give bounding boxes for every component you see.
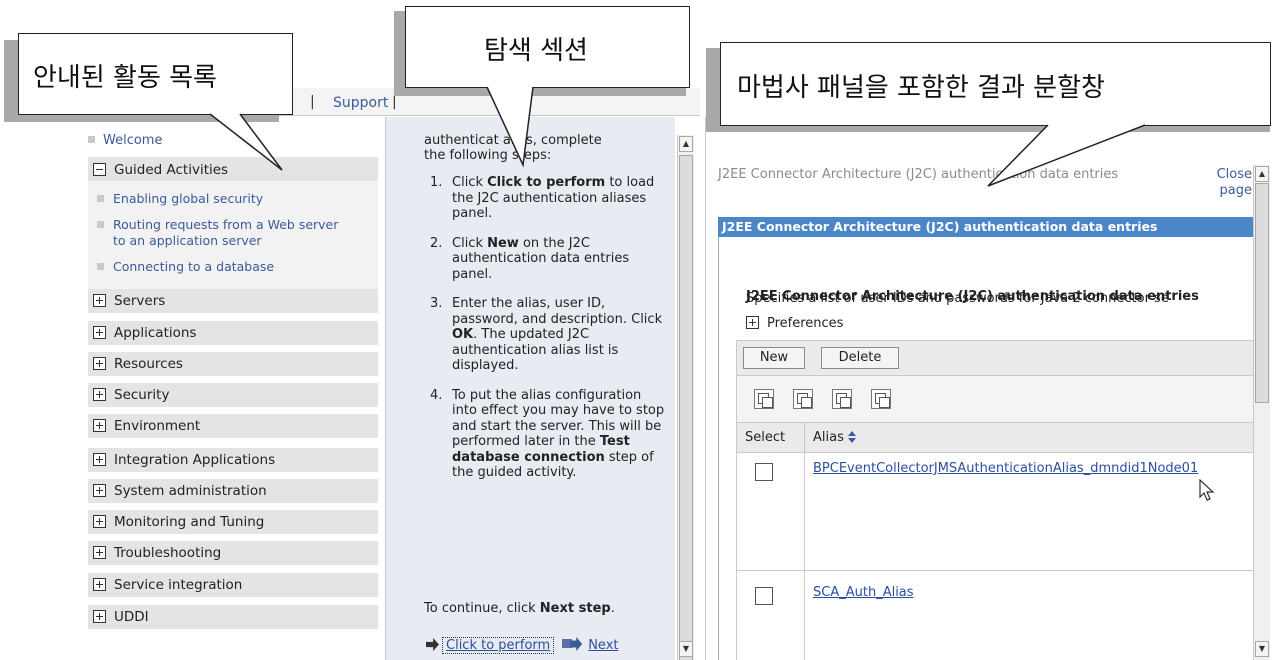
- bullet-icon: [97, 195, 104, 202]
- arrow-right-icon: [426, 638, 439, 651]
- mouse-cursor-icon: [1199, 479, 1215, 501]
- next-step-icon: [562, 637, 584, 651]
- nav-item-servers[interactable]: Servers: [88, 289, 378, 313]
- help-action-links: Click to perform Next: [426, 637, 619, 654]
- nav-item-service-integration[interactable]: Service integration: [88, 573, 378, 597]
- callout-text: 탐색 섹션: [484, 36, 588, 66]
- help-intro-line2: the following steps:: [424, 148, 552, 163]
- clear-filter-icon[interactable]: [871, 389, 891, 409]
- deselect-all-icon[interactable]: [793, 389, 813, 409]
- navigation-tree: Welcome Guided Activities Enabling globa…: [80, 117, 380, 660]
- scroll-down-icon[interactable]: ▼: [679, 641, 693, 657]
- delete-button[interactable]: Delete: [821, 347, 899, 369]
- scroll-up-icon[interactable]: ▲: [1255, 166, 1269, 182]
- sort-icon[interactable]: [847, 431, 856, 443]
- column-divider: [804, 423, 805, 453]
- scroll-thumb[interactable]: [1255, 183, 1269, 403]
- panel-description: Specifies a list of user IDs and passwor…: [746, 291, 1169, 306]
- expand-icon[interactable]: [93, 357, 106, 370]
- expand-icon[interactable]: [746, 316, 759, 329]
- table-row: SCA_Auth_Alias: [736, 571, 1266, 660]
- nav-item-uddi[interactable]: UDDI: [88, 605, 378, 629]
- expand-icon[interactable]: [93, 294, 106, 307]
- expand-icon[interactable]: [93, 419, 106, 432]
- nav-item-applications[interactable]: Applications: [88, 321, 378, 345]
- guided-activities-header[interactable]: Guided Activities: [88, 157, 378, 181]
- support-link[interactable]: Support: [333, 95, 388, 111]
- menu-separator: |: [392, 94, 397, 110]
- column-divider: [804, 571, 805, 660]
- nav-item-troubleshooting[interactable]: Troubleshooting: [88, 541, 378, 565]
- results-scrollbar[interactable]: ▲ ▼: [1253, 165, 1270, 660]
- callout-navigation: 탐색 섹션: [405, 6, 690, 88]
- help-step: 3. Enter the alias, user ID, password, a…: [430, 296, 663, 373]
- bullet-icon: [97, 221, 104, 228]
- row-select-checkbox[interactable]: [755, 587, 773, 605]
- alias-link[interactable]: SCA_Auth_Alias: [813, 585, 914, 600]
- alias-link[interactable]: BPCEventCollectorJMSAuthenticationAlias_…: [813, 461, 1198, 476]
- nav-item-resources[interactable]: Resources: [88, 352, 378, 376]
- nav-item-monitoring-tuning[interactable]: Monitoring and Tuning: [88, 510, 378, 534]
- callout-text: 마법사 패널을 포함한 결과 분할창: [737, 73, 1105, 103]
- close-page-link[interactable]: Close page: [1192, 167, 1252, 199]
- expand-icon[interactable]: [93, 326, 106, 339]
- expand-icon[interactable]: [93, 484, 106, 497]
- column-divider: [804, 453, 805, 570]
- table-toolbar: [736, 376, 1266, 423]
- table-header: Select Alias: [736, 423, 1266, 453]
- help-continue-text: To continue, click Next step.: [424, 601, 615, 616]
- guided-item-routing-requests[interactable]: Routing requests from a Web server to an…: [97, 217, 343, 249]
- nav-item-environment[interactable]: Environment: [88, 414, 378, 438]
- guided-item-connecting-database[interactable]: Connecting to a database: [97, 259, 274, 275]
- help-pane: authenticat alias, complete the followin…: [385, 117, 675, 660]
- select-column-header: Select: [745, 430, 786, 445]
- nav-welcome-link[interactable]: Welcome: [88, 133, 162, 148]
- guided-item-global-security[interactable]: Enabling global security: [97, 191, 263, 207]
- expand-icon[interactable]: [93, 453, 106, 466]
- callout-text: 안내된 활동 목록: [33, 63, 217, 93]
- scroll-down-icon[interactable]: ▼: [1255, 641, 1269, 657]
- bullet-icon: [97, 263, 104, 270]
- next-step-link[interactable]: Next: [588, 638, 618, 653]
- results-pane: J2EE Connector Architecture (J2C) authen…: [705, 117, 1275, 660]
- bullet-icon: [88, 136, 95, 143]
- results-title-bar: J2EE Connector Architecture (J2C) authen…: [718, 217, 1258, 237]
- nav-item-integration-applications[interactable]: Integration Applications: [88, 448, 378, 472]
- row-select-checkbox[interactable]: [755, 463, 773, 481]
- callout-results-pane: 마법사 패널을 포함한 결과 분할창: [720, 42, 1271, 126]
- click-to-perform-link[interactable]: Click to perform: [442, 637, 555, 654]
- help-step: 4. To put the alias configuration into e…: [430, 387, 665, 481]
- menu-separator: |: [310, 94, 315, 110]
- results-page-header: J2EE Connector Architecture (J2C) authen…: [718, 167, 1119, 182]
- new-button[interactable]: New: [743, 347, 805, 369]
- help-step: 1. Click Click to perform to load the J2…: [430, 175, 655, 221]
- select-all-icon[interactable]: [754, 389, 774, 409]
- help-scrollbar[interactable]: ▲ ▼: [677, 135, 694, 660]
- expand-icon[interactable]: [93, 515, 106, 528]
- preferences-toggle[interactable]: Preferences: [746, 316, 843, 331]
- scroll-up-icon[interactable]: ▲: [679, 136, 693, 152]
- expand-icon[interactable]: [93, 578, 106, 591]
- collapse-icon[interactable]: [93, 163, 106, 176]
- button-bar: New Delete: [736, 340, 1266, 376]
- nav-item-security[interactable]: Security: [88, 383, 378, 407]
- expand-icon[interactable]: [93, 388, 106, 401]
- nav-item-system-administration[interactable]: System administration: [88, 479, 378, 503]
- scroll-thumb[interactable]: [679, 155, 693, 660]
- help-steps: 1. Click Click to perform to load the J2…: [430, 175, 667, 495]
- callout-guided-activities: 안내된 활동 목록: [18, 33, 293, 115]
- alias-column-header[interactable]: Alias: [813, 430, 856, 445]
- help-intro-line1: authenticat alias, complete: [424, 133, 602, 148]
- table-row: BPCEventCollectorJMSAuthenticationAlias_…: [736, 453, 1266, 571]
- help-step: 2. Click New on the J2C authentication d…: [430, 235, 630, 282]
- expand-icon[interactable]: [93, 610, 106, 623]
- show-filter-icon[interactable]: [832, 389, 852, 409]
- guided-activities-group: Guided Activities Enabling global securi…: [88, 157, 378, 303]
- expand-icon[interactable]: [93, 546, 106, 559]
